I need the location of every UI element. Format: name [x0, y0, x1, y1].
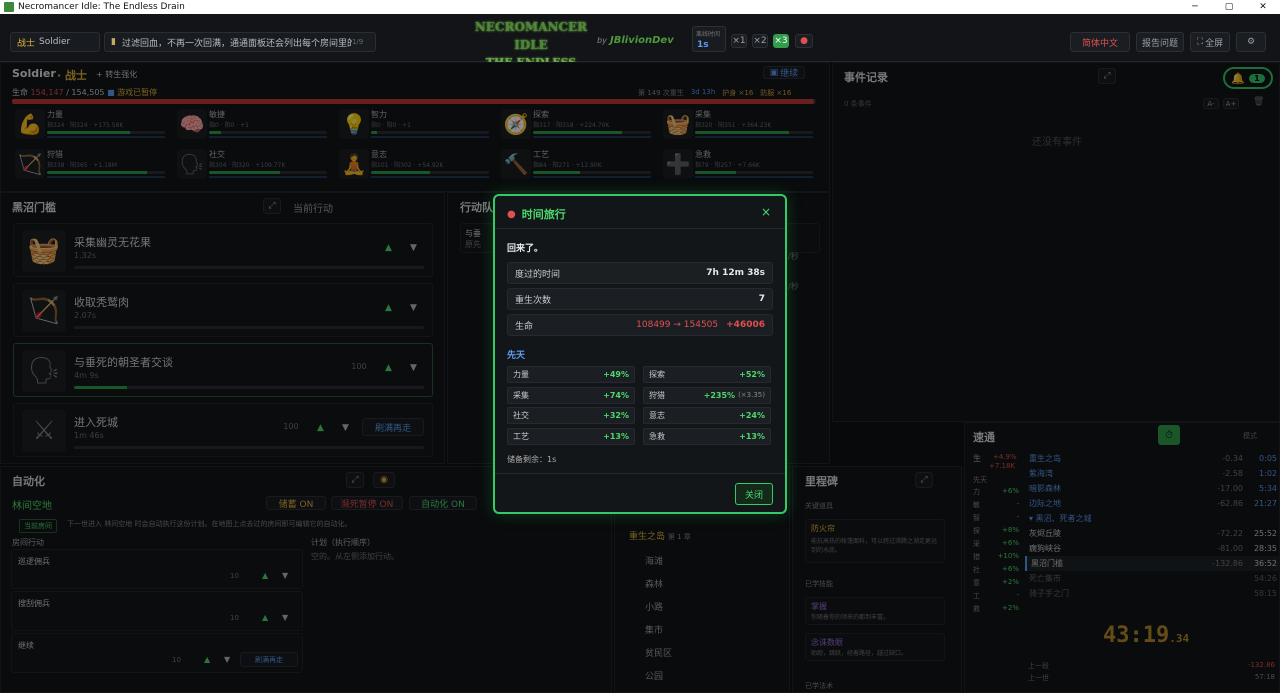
- fullscreen-icon: ⛶: [1196, 37, 1204, 47]
- modal-footer-divider: [495, 473, 785, 474]
- fullscreen-label: 全屏: [1205, 38, 1224, 49]
- innate-cell: 工艺 +13%: [507, 427, 635, 445]
- top-bar: 战士 Soldier ▮ 过滤回血，不再一次回满，通通面板还会列出每个房间里的 …: [0, 14, 1280, 87]
- modal-close-icon[interactable]: ×: [761, 205, 771, 219]
- class-label: 战士: [17, 38, 36, 49]
- offline-time-label: 离线时间: [696, 31, 721, 38]
- innate-cell: 社交 +32%: [507, 407, 635, 424]
- by-label: by: [597, 36, 607, 45]
- class-value: Soldier: [39, 37, 71, 47]
- innate-key: 急救: [649, 431, 665, 441]
- modal-title: 时间旅行: [521, 208, 566, 221]
- elapsed-label: 度过的时间: [515, 269, 561, 280]
- maximize-button[interactable]: ▢: [1212, 2, 1246, 12]
- innate-value: +32%: [603, 411, 629, 420]
- modal-close-button[interactable]: 关闭: [735, 483, 773, 505]
- innate-value: +13%: [739, 431, 765, 441]
- hint-page: 1/9: [351, 38, 364, 46]
- author-name: JBlivionDev: [610, 35, 674, 46]
- innate-value: +52%: [739, 370, 765, 379]
- window-title: Necromancer Idle: The Endless Drain: [18, 2, 185, 12]
- logo-line1: NECROMANCER IDLE: [474, 20, 588, 52]
- speed-x1-button[interactable]: ×1: [731, 34, 747, 48]
- innate-key: 意志: [649, 411, 665, 420]
- life-change-value: 108499 → 154505: [636, 320, 719, 330]
- innate-key: 探索: [649, 370, 665, 379]
- minimize-button[interactable]: ─: [1178, 2, 1212, 12]
- innate-cell: 力量 +49%: [507, 366, 635, 383]
- class-selector[interactable]: 战士 Soldier: [10, 32, 100, 52]
- innate-cell: 探索 +52%: [643, 366, 771, 383]
- innate-cell: 采集 +74%: [507, 386, 635, 404]
- saved-time: 储备剩余：1s: [507, 455, 557, 464]
- innate-multiplier: (×3.35): [738, 391, 765, 399]
- window-titlebar: Necromancer Idle: The Endless Drain ─ ▢ …: [0, 0, 1280, 14]
- fullscreen-button[interactable]: ⛶ 全屏: [1190, 32, 1230, 52]
- time-travel-icon[interactable]: ●: [795, 34, 813, 48]
- scroll-icon: ▮: [111, 37, 116, 47]
- innate-key: 狩猎: [649, 390, 665, 400]
- innate-value: +13%: [603, 431, 629, 441]
- innate-key: 工艺: [513, 431, 529, 441]
- app-icon: [4, 2, 14, 12]
- hint-text: 过滤回血，不再一次回满，通通面板还会列出每个房间里的: [121, 38, 352, 49]
- elapsed-value: 7h 12m 38s: [706, 268, 765, 278]
- innate-key: 力量: [513, 370, 529, 379]
- offline-time-value: 1s: [697, 40, 709, 50]
- language-selector[interactable]: 简体中文: [1070, 32, 1130, 52]
- speed-x3-button[interactable]: ×3: [773, 34, 789, 48]
- modal-header: ● 时间旅行: [507, 206, 566, 222]
- hint-bar[interactable]: ▮ 过滤回血，不再一次回满，通通面板还会列出每个房间里的 1/9: [104, 32, 376, 52]
- life-change-gain: +46006: [726, 320, 765, 330]
- innate-key: 社交: [513, 411, 529, 420]
- innate-cell: 急救 +13%: [643, 427, 771, 445]
- rebirths-row: 重生次数 7: [507, 288, 773, 310]
- speed-x2-button[interactable]: ×2: [752, 34, 768, 48]
- time-travel-icon: ●: [507, 208, 516, 220]
- game-logo: NECROMANCER IDLE THE ENDLESS DRAIN: [470, 18, 592, 87]
- modal-message: 回来了。: [507, 244, 544, 254]
- gear-icon[interactable]: ⚙: [1236, 32, 1266, 52]
- rebirths-value: 7: [758, 294, 765, 304]
- language-value: 简体中文: [1081, 38, 1118, 49]
- elapsed-row: 度过的时间 7h 12m 38s: [507, 262, 773, 284]
- life-change-label: 生命: [515, 321, 534, 332]
- innate-label: 先天: [507, 351, 526, 361]
- rebirths-label: 重生次数: [515, 295, 552, 306]
- modal-divider: [495, 228, 785, 229]
- innate-value: +24%: [739, 411, 765, 420]
- offline-time: 离线时间 1s: [692, 26, 726, 52]
- innate-cell: 狩猎 +235% (×3.35): [643, 386, 771, 404]
- close-window-button[interactable]: ✕: [1246, 2, 1280, 12]
- innate-value: +235%: [703, 390, 736, 400]
- innate-key: 采集: [513, 390, 529, 400]
- innate-value: +74%: [603, 390, 629, 400]
- innate-value: +49%: [603, 370, 629, 379]
- innate-cell: 意志 +24%: [643, 407, 771, 424]
- report-issue-button[interactable]: 报告问题: [1136, 32, 1184, 52]
- time-travel-modal: ● 时间旅行 × 回来了。 度过的时间 7h 12m 38s 重生次数 7 生命…: [493, 194, 787, 514]
- life-change-row: 生命 108499 → 154505 +46006: [507, 314, 773, 336]
